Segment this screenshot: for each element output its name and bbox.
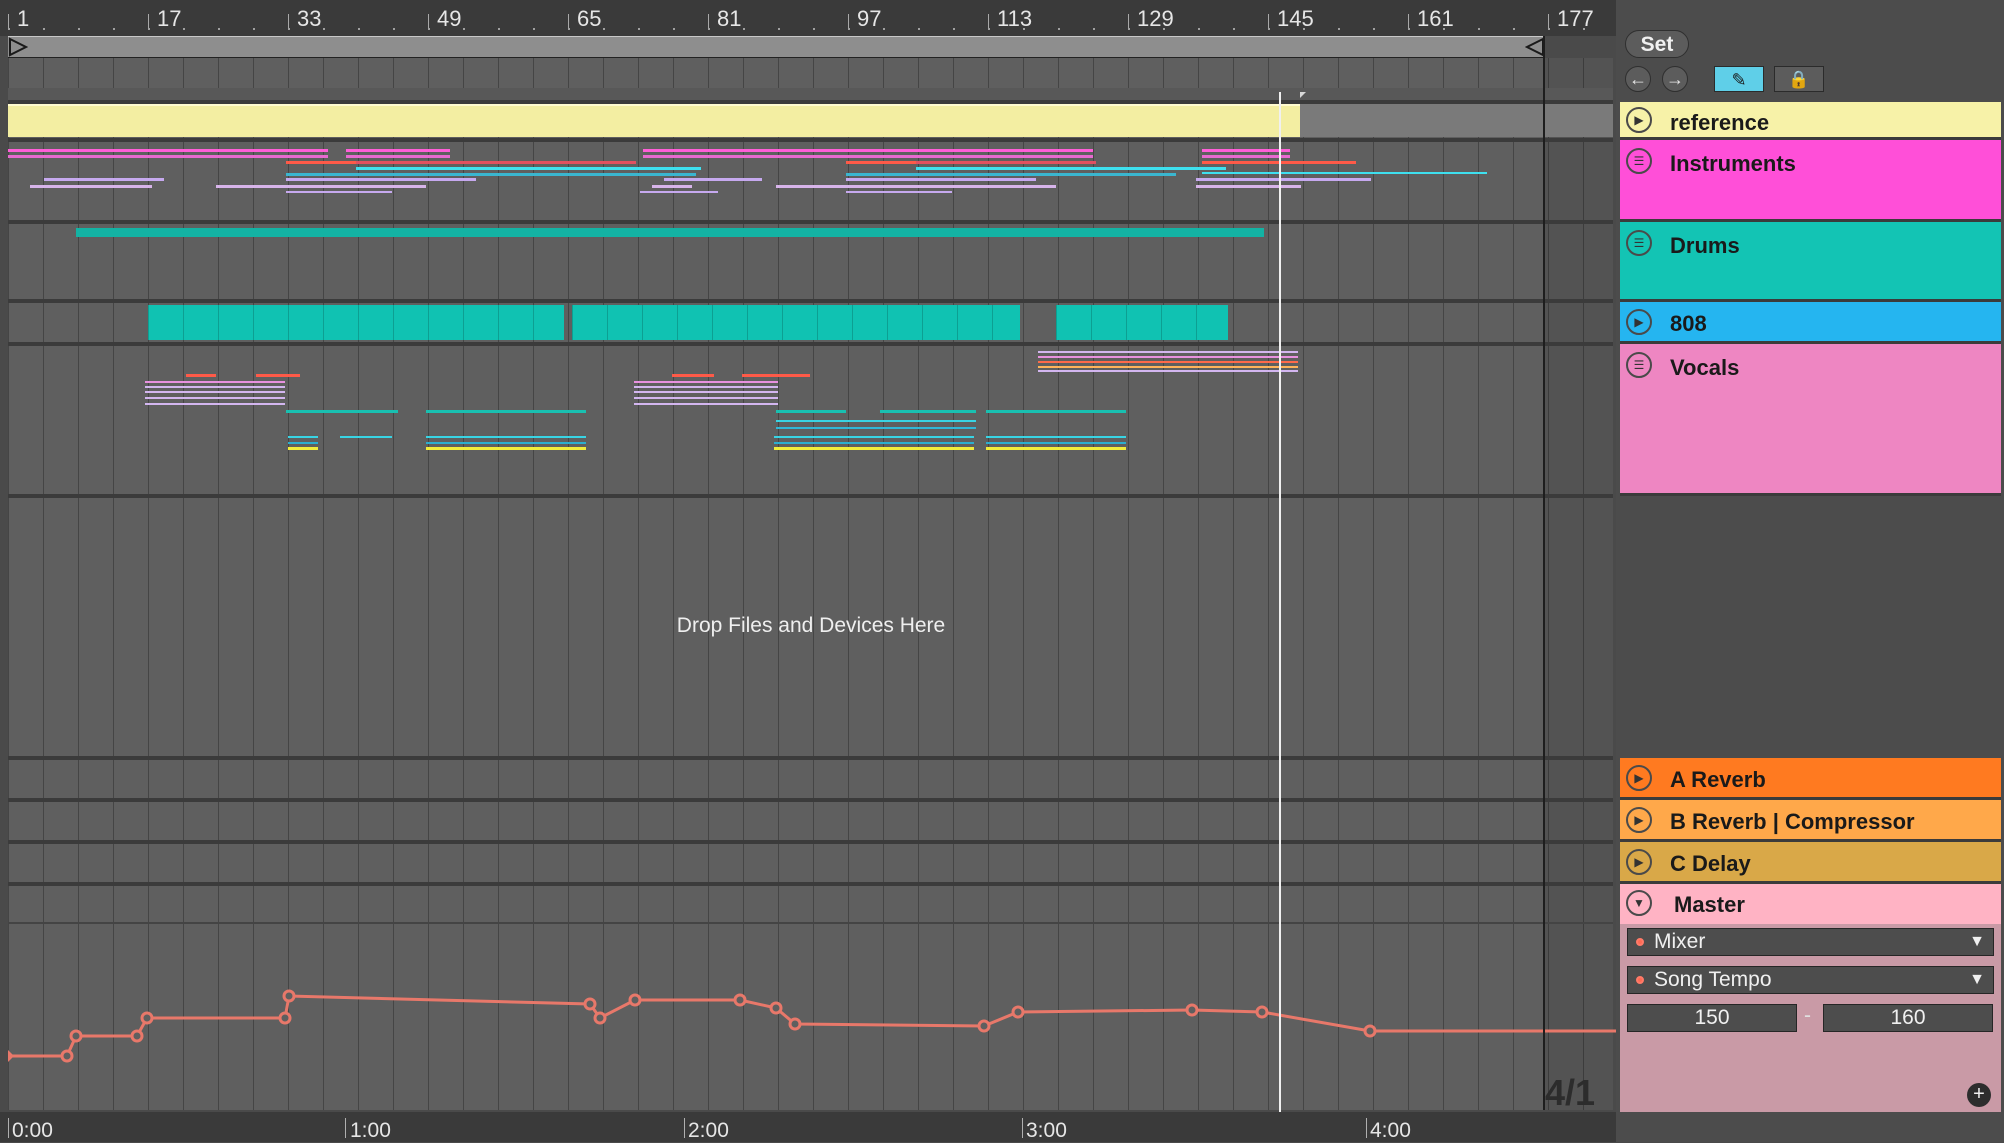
device-chooser-value: Mixer	[1654, 930, 1706, 953]
track-header-reference[interactable]: ▶ reference	[1620, 102, 2001, 140]
track-name: A Reverb	[1670, 767, 1766, 792]
collapse-icon[interactable]: ▼	[1626, 890, 1652, 916]
group-icon[interactable]: ☰	[1626, 148, 1652, 174]
range-separator: -	[1804, 1004, 1811, 1027]
play-icon[interactable]: ▶	[1626, 107, 1652, 133]
arrow-left-icon[interactable]: ←	[1625, 66, 1651, 92]
group-icon[interactable]: ☰	[1626, 352, 1652, 378]
track-header-master[interactable]: ▼ Master	[1620, 884, 2001, 924]
track-header-instruments[interactable]: ☰ Instruments	[1620, 140, 2001, 222]
track-header-vocals[interactable]: ☰ Vocals	[1620, 344, 2001, 496]
track-name: Vocals	[1670, 355, 1740, 380]
arrow-right-icon[interactable]: →	[1662, 66, 1688, 92]
track-header-b-reverb-compressor[interactable]: ▶ B Reverb | Compressor	[1620, 800, 2001, 842]
set-locator-button[interactable]: Set	[1625, 30, 1689, 58]
chevron-down-icon: ▼	[1969, 971, 1985, 988]
tempo-automation-lane[interactable]	[0, 0, 1616, 1112]
playhead-marker[interactable]	[1300, 92, 1306, 98]
playhead[interactable]	[1279, 92, 1281, 1112]
arrangement-end-line	[1543, 36, 1545, 1110]
track-header-a-reverb[interactable]: ▶ A Reverb	[1620, 758, 2001, 800]
time-tick	[8, 1118, 9, 1138]
time-tick	[684, 1118, 685, 1138]
time-label: 4:00	[1370, 1119, 1411, 1142]
track-name: Drums	[1670, 233, 1740, 258]
track-name: Instruments	[1670, 151, 1796, 176]
add-automation-lane-icon[interactable]: +	[1967, 1083, 1991, 1107]
track-name: Master	[1674, 892, 1745, 917]
time-tick	[345, 1118, 346, 1138]
track-header-c-delay[interactable]: ▶ C Delay	[1620, 842, 2001, 884]
time-label: 2:00	[688, 1119, 729, 1142]
track-name: reference	[1670, 110, 1770, 135]
time-label: 1:00	[350, 1119, 391, 1142]
track-header-drums[interactable]: ☰ Drums	[1620, 222, 2001, 302]
range-max-field[interactable]: 160	[1823, 1004, 1993, 1032]
time-label: 3:00	[1026, 1119, 1067, 1142]
range-min-field[interactable]: 150	[1627, 1004, 1797, 1032]
lock-icon[interactable]: 🔒	[1774, 66, 1824, 92]
play-icon[interactable]: ▶	[1626, 765, 1652, 791]
parameter-status-dot	[1636, 976, 1644, 984]
play-icon[interactable]: ▶	[1626, 807, 1652, 833]
device-status-dot	[1636, 938, 1644, 946]
play-icon[interactable]: ▶	[1626, 849, 1652, 875]
track-name: 808	[1670, 311, 1707, 336]
parameter-chooser-value: Song Tempo	[1654, 968, 1772, 991]
pencil-icon[interactable]: ✎	[1714, 66, 1764, 92]
grid-size-label[interactable]: 4/1	[1545, 1072, 1595, 1114]
device-chooser[interactable]: Mixer ▼	[1627, 928, 1994, 956]
group-icon[interactable]: ☰	[1626, 230, 1652, 256]
track-name: C Delay	[1670, 851, 1751, 876]
chevron-down-icon: ▼	[1969, 933, 1985, 950]
time-tick	[1022, 1118, 1023, 1138]
time-label: 0:00	[12, 1119, 53, 1142]
time-ruler[interactable]: 0:00 1:00 2:00 3:00 4:00	[0, 1112, 1620, 1142]
track-name: B Reverb | Compressor	[1670, 809, 1915, 834]
track-header-808[interactable]: ▶ 808	[1620, 302, 2001, 344]
parameter-chooser[interactable]: Song Tempo ▼	[1627, 966, 1994, 994]
play-icon[interactable]: ▶	[1626, 309, 1652, 335]
time-tick	[1366, 1118, 1367, 1138]
